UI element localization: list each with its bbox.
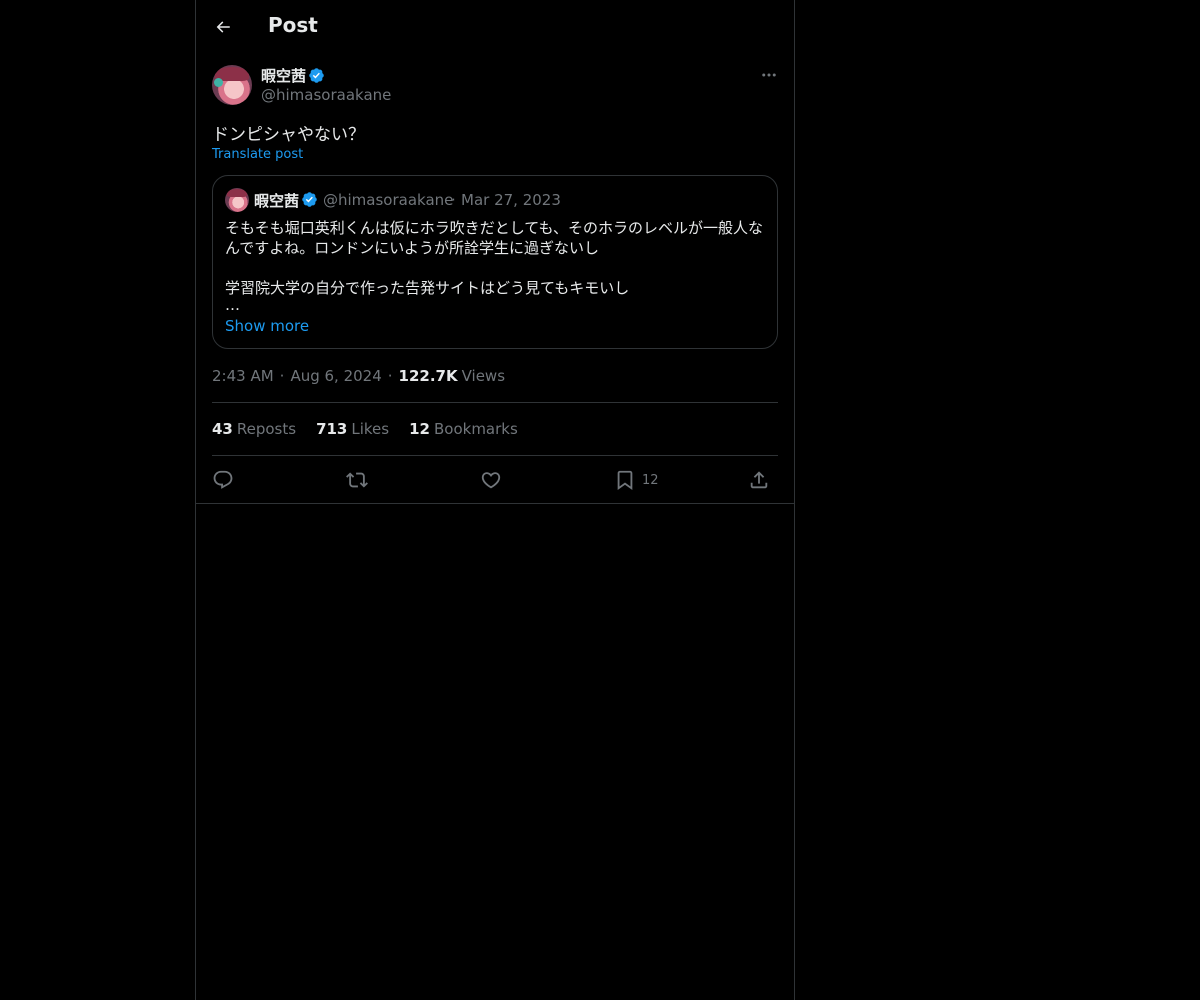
reply-button[interactable] <box>212 466 234 494</box>
author-name[interactable]: 暇空茜 <box>261 65 306 86</box>
bookmarks-label: Bookmarks <box>433 420 518 438</box>
primary-column: Post 暇空茜 @himasoraakane ドンピシャやない？ Transl… <box>195 0 795 1000</box>
reposts-stat[interactable]: 43 Reposts <box>212 420 296 438</box>
views-count: 122.7K <box>398 367 458 385</box>
separator-dot: · <box>279 367 285 385</box>
quoted-avatar <box>225 188 249 212</box>
reposts-label: Reposts <box>236 420 297 438</box>
likes-label: Likes <box>351 420 390 438</box>
engagement-stats: 43 Reposts 713 Likes 12 Bookmarks <box>212 420 518 438</box>
share-button[interactable] <box>748 466 770 494</box>
bookmark-button[interactable]: 12 <box>614 466 659 494</box>
views-label: Views <box>461 367 506 385</box>
divider <box>212 455 778 456</box>
bookmark-count: 12 <box>642 472 659 488</box>
quoted-text-line: んですよね。ロンドンにいようが所詮学生に過ぎないし <box>225 239 599 257</box>
quoted-post-date: Mar 27, 2023 <box>461 191 561 209</box>
likes-stat[interactable]: 713 Likes <box>316 420 389 438</box>
separator-dot: · <box>387 367 393 385</box>
repost-button[interactable] <box>346 466 368 494</box>
post-header: Post <box>196 0 794 53</box>
show-more-link[interactable]: Show more <box>225 317 309 335</box>
quoted-author-name: 暇空茜 <box>254 192 300 210</box>
bookmarks-count: 12 <box>409 420 430 438</box>
post-date[interactable]: Aug 6, 2024 <box>290 367 381 385</box>
divider <box>196 503 794 504</box>
quoted-author-handle: @himasoraakane <box>323 191 454 209</box>
post-author: 暇空茜 @himasoraakane <box>212 64 778 106</box>
post-text: ドンピシャやない？ <box>212 125 365 145</box>
arrow-left-icon <box>216 21 230 33</box>
bookmark-icon <box>617 470 633 491</box>
reposts-count: 43 <box>212 420 233 438</box>
like-button[interactable] <box>480 466 502 494</box>
verified-badge-icon <box>302 192 317 207</box>
bookmarks-stat[interactable]: 12 Bookmarks <box>409 420 518 438</box>
repost-icon <box>346 472 368 488</box>
page-title: Post <box>268 13 318 37</box>
quoted-text-ellipsis: … <box>225 296 240 314</box>
reply-icon <box>213 470 233 489</box>
share-icon <box>750 471 768 489</box>
avatar[interactable] <box>212 65 252 105</box>
post-metadata: 2:43 AM · Aug 6, 2024 · 122.7K Views <box>212 367 505 385</box>
translate-post-link[interactable]: Translate post <box>212 147 303 162</box>
quoted-text-line: そもそも堀口英利くんは仮にホラ吹きだとしても、そのホラのレベルが一般人な <box>225 219 764 237</box>
divider <box>212 402 778 403</box>
author-handle[interactable]: @himasoraakane <box>261 86 391 104</box>
post-time[interactable]: 2:43 AM <box>212 367 274 385</box>
back-button[interactable] <box>206 10 240 44</box>
action-bar: 12 <box>212 466 778 494</box>
more-options-button[interactable] <box>758 66 780 84</box>
more-horizontal-icon <box>762 73 776 77</box>
likes-count: 713 <box>316 420 348 438</box>
quoted-text-line: 学習院大学の自分で作った告発サイトはどう見てもキモいし <box>225 279 630 297</box>
separator-dot: · <box>451 191 456 209</box>
verified-badge-icon <box>309 68 324 83</box>
quoted-post[interactable]: 暇空茜 @himasoraakane · Mar 27, 2023 そもそも堀口… <box>212 175 778 349</box>
heart-icon <box>481 472 501 489</box>
